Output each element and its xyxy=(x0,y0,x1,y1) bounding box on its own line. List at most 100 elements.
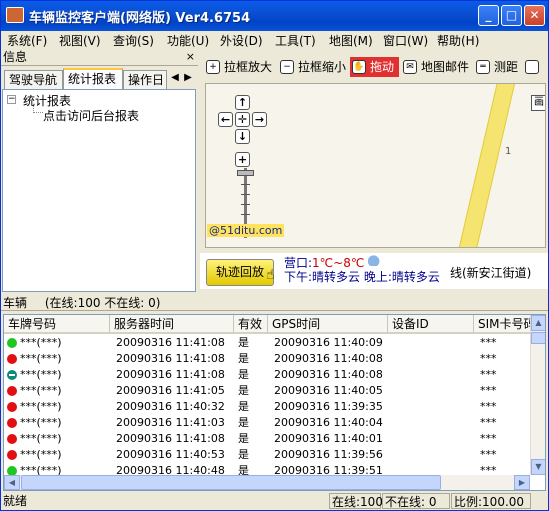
menu-map[interactable]: 地图(M) xyxy=(329,32,373,49)
zoom-in-icon[interactable]: + xyxy=(235,152,250,167)
cell-sim: *** xyxy=(480,336,497,349)
col-plate[interactable]: 车牌号码 xyxy=(4,315,110,334)
cell-sim: *** xyxy=(480,432,497,445)
tab-stat-report[interactable]: 统计报表 xyxy=(63,68,123,89)
col-sim[interactable]: SIM卡号码 xyxy=(474,315,532,334)
vehicle-online-stats: (在线:100 不在线: 0) xyxy=(44,296,161,310)
map-canvas[interactable]: 1 东 画 ↑ ← ✛ → ↓ + @51ditu.com xyxy=(205,83,546,248)
info-panel-close-button[interactable]: × xyxy=(186,49,195,65)
map-toolbar: + 拉框放大 − 拉框缩小 ✋ 拖动 ✉ 地图邮件 ═ 测距 xyxy=(200,55,548,79)
map-watermark: @51ditu.com xyxy=(207,224,285,237)
zoom-tick xyxy=(241,204,250,205)
cell-plate: ***(***) xyxy=(20,448,62,461)
table-row[interactable]: ***(***) 20090316 11:40:32 是 20090316 11:39… xyxy=(4,399,532,415)
col-server-time[interactable]: 服务器时间 xyxy=(110,315,234,334)
tree-collapse-icon[interactable]: − xyxy=(7,95,16,104)
table-row[interactable]: ***(***) 20090316 11:41:08 是 20090316 11:40… xyxy=(4,351,532,367)
status-dot-icon xyxy=(7,418,17,428)
menu-peripheral[interactable]: 外设(D) xyxy=(220,32,263,49)
status-scale: 比例:100.00 xyxy=(451,493,531,509)
table-row[interactable]: ***(***) 20090316 11:40:53 是 20090316 11:39… xyxy=(4,447,532,463)
vehicle-table: 车牌号码 服务器时间 有效 GPS时间 设备ID SIM卡号码 ***(***)… xyxy=(3,314,546,491)
title-bar[interactable]: 车辆监控客户端(网络版) Ver4.6754 _ □ ✕ xyxy=(1,1,548,31)
vertical-scroll-thumb[interactable] xyxy=(531,332,545,344)
zoom-tick xyxy=(241,194,250,195)
cell-server-time: 20090316 11:41:08 xyxy=(116,368,225,381)
cell-valid: 是 xyxy=(238,368,249,381)
col-device-id[interactable]: 设备ID xyxy=(388,315,474,334)
cell-sim: *** xyxy=(480,400,497,413)
cell-valid: 是 xyxy=(238,416,249,429)
tab-scroll-left-icon[interactable]: ◀ xyxy=(169,71,181,85)
hand-cursor-icon: ☝ xyxy=(266,267,275,283)
pan-left-icon[interactable]: ← xyxy=(218,112,233,127)
table-row[interactable]: ***(***) 20090316 11:41:08 是 20090316 11:40… xyxy=(4,367,532,383)
close-button[interactable]: ✕ xyxy=(524,5,545,26)
menu-help[interactable]: 帮助(H) xyxy=(437,32,479,49)
col-gps-time[interactable]: GPS时间 xyxy=(268,315,388,334)
cell-gps-time: 20090316 11:40:08 xyxy=(274,368,383,381)
cell-valid: 是 xyxy=(238,448,249,461)
cell-plate: ***(***) xyxy=(20,416,62,429)
zoom-slider-knob[interactable] xyxy=(237,170,254,176)
menu-tools[interactable]: 工具(T) xyxy=(275,32,316,49)
status-bar: 就绪 在线:100 不在线: 0 比例:100.00 xyxy=(1,492,548,510)
tab-operation-log[interactable]: 操作日 xyxy=(123,70,167,89)
scroll-left-icon[interactable]: ◀ xyxy=(4,475,20,490)
cell-valid: 是 xyxy=(238,384,249,397)
pan-up-icon[interactable]: ↑ xyxy=(235,95,250,110)
table-row[interactable]: ***(***) 20090316 11:41:05 是 20090316 11:40… xyxy=(4,383,532,399)
table-row[interactable]: ***(***) 20090316 11:41:03 是 20090316 11:40… xyxy=(4,415,532,431)
info-tabs: 驾驶导航 统计报表 操作日 ◀ ▶ xyxy=(1,68,198,89)
menu-view[interactable]: 视图(V) xyxy=(59,32,101,49)
scroll-down-icon[interactable]: ▼ xyxy=(531,459,545,475)
measure-label: 测距 xyxy=(494,60,519,74)
more-tool[interactable] xyxy=(523,57,545,77)
zoom-tick xyxy=(241,214,250,215)
tab-driving-nav[interactable]: 驾驶导航 xyxy=(4,70,63,89)
pan-down-icon[interactable]: ↓ xyxy=(235,129,250,144)
cell-device-id xyxy=(394,367,474,383)
status-dot-icon xyxy=(7,386,17,396)
cloud-icon xyxy=(368,254,382,266)
cell-valid: 是 xyxy=(238,400,249,413)
menu-system[interactable]: 系统(F) xyxy=(7,32,47,49)
table-row[interactable]: ***(***) 20090316 11:41:08 是 20090316 11:40… xyxy=(4,335,532,351)
status-dot-icon xyxy=(7,402,17,412)
menu-query[interactable]: 查询(S) xyxy=(113,32,154,49)
horizontal-scroll-thumb[interactable] xyxy=(21,475,441,490)
table-row[interactable]: ***(***) 20090316 11:41:08 是 20090316 11:40… xyxy=(4,431,532,447)
minimize-button[interactable]: _ xyxy=(478,5,499,26)
track-playback-button[interactable]: 轨迹回放 xyxy=(206,259,274,286)
scroll-right-icon[interactable]: ▶ xyxy=(514,475,530,490)
maximize-button[interactable]: □ xyxy=(501,5,522,26)
cell-plate: ***(***) xyxy=(20,336,62,349)
zoom-in-box-tool[interactable]: + 拉框放大 xyxy=(204,57,272,77)
cell-server-time: 20090316 11:41:08 xyxy=(116,352,225,365)
measure-tool[interactable]: ═ 测距 xyxy=(474,57,518,77)
scroll-up-icon[interactable]: ▲ xyxy=(531,315,545,331)
cell-plate: ***(***) xyxy=(20,368,62,381)
cell-device-id xyxy=(394,351,474,367)
zoom-out-box-tool[interactable]: − 拉框缩小 xyxy=(278,57,346,77)
vehicle-panel-header: 车辆 (在线:100 不在线: 0) xyxy=(1,295,548,311)
pan-center-icon[interactable]: ✛ xyxy=(235,112,250,127)
horizontal-scrollbar[interactable]: ◀ ▶ xyxy=(4,475,530,490)
map-panel: + 拉框放大 −拉框缩小 ✋ 拖动 ✉ 地图邮件 ═ 测距 1 东 画 ↑ ← ✛ → … xyxy=(200,49,548,292)
status-dot-icon xyxy=(7,434,17,444)
menu-function[interactable]: 功能(U) xyxy=(167,32,209,49)
map-mail-tool[interactable]: ✉ 地图邮件 xyxy=(401,57,469,77)
cell-gps-time: 20090316 11:40:09 xyxy=(274,336,383,349)
road-label: 1 xyxy=(505,146,512,157)
tree-item-backend-report[interactable]: 点击访问后台报表 xyxy=(43,107,139,124)
window-title: 车辆监控客户端(网络版) Ver4.6754 xyxy=(29,11,251,26)
map-side-button[interactable]: 画 xyxy=(531,95,545,111)
tab-scroll-right-icon[interactable]: ▶ xyxy=(182,71,194,85)
vertical-scrollbar[interactable]: ▲ ▼ xyxy=(530,315,545,475)
drag-tool[interactable]: ✋ 拖动 xyxy=(350,57,399,77)
pan-right-icon[interactable]: → xyxy=(252,112,267,127)
app-car-icon xyxy=(6,7,24,23)
col-valid[interactable]: 有效 xyxy=(234,315,268,334)
ruler-icon: ═ xyxy=(476,60,490,74)
menu-window[interactable]: 窗口(W) xyxy=(383,32,428,49)
